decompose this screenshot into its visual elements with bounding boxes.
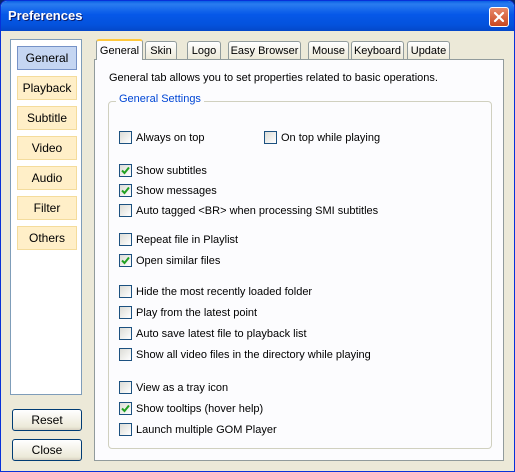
checkbox-box[interactable]: [264, 131, 277, 144]
checkmark-icon: [121, 166, 130, 175]
dialog-client: General Playback Subtitle Video Audio Fi…: [4, 31, 511, 469]
general-tab-panel: General tab allows you to set properties…: [94, 59, 504, 461]
tab-keyboard[interactable]: Keyboard: [351, 41, 404, 59]
checkbox-label: On top while playing: [281, 131, 381, 144]
group-title: General Settings: [116, 93, 204, 105]
checkbox-label: Always on top: [136, 131, 205, 144]
checkbox-label: Hide the most recently loaded folder: [136, 285, 313, 298]
checkbox-box[interactable]: [119, 164, 132, 177]
tab-description: General tab allows you to set properties…: [109, 72, 438, 84]
checkmark-icon: [121, 404, 130, 413]
sidebar-item-filter[interactable]: Filter: [17, 196, 77, 220]
option-checkbox[interactable]: Play from the latest point: [119, 306, 257, 319]
option-checkbox[interactable]: Show messages: [119, 184, 217, 197]
sidebar-item-playback[interactable]: Playback: [17, 76, 77, 100]
sidebar-item-subtitle[interactable]: Subtitle: [17, 106, 77, 130]
tab-mouse[interactable]: Mouse: [308, 41, 349, 59]
general-settings-group: [108, 101, 492, 449]
close-window-button[interactable]: [489, 7, 509, 27]
checkbox-label: Auto save latest file to playback list: [136, 327, 307, 340]
checkbox-box[interactable]: [119, 131, 132, 144]
sidebar-item-video[interactable]: Video: [17, 136, 77, 160]
checkbox-label: Launch multiple GOM Player: [136, 423, 277, 436]
checkbox-box[interactable]: [119, 327, 132, 340]
option-checkbox[interactable]: Show subtitles: [119, 164, 207, 177]
checkbox-label: Open similar files: [136, 254, 221, 267]
checkbox-box[interactable]: [119, 233, 132, 246]
option-checkbox[interactable]: Launch multiple GOM Player: [119, 423, 277, 436]
checkmark-icon: [121, 186, 130, 195]
category-sidebar: General Playback Subtitle Video Audio Fi…: [10, 39, 82, 395]
checkbox-label: Repeat file in Playlist: [136, 233, 239, 246]
option-checkbox[interactable]: Open similar files: [119, 254, 220, 267]
checkbox-box[interactable]: [119, 423, 132, 436]
checkbox-label: Show messages: [136, 184, 217, 197]
tab-general[interactable]: General: [96, 39, 143, 60]
option-checkbox[interactable]: Auto tagged <BR> when processing SMI sub…: [119, 204, 378, 217]
close-button[interactable]: Close: [12, 439, 82, 461]
preferences-window: Preferences General Playback Subtitle Vi…: [0, 0, 515, 472]
checkbox-label: View as a tray icon: [136, 381, 229, 394]
option-checkbox[interactable]: Auto save latest file to playback list: [119, 327, 307, 340]
sidebar-item-audio[interactable]: Audio: [17, 166, 77, 190]
checkmark-icon: [121, 256, 130, 265]
tab-control: General Skin Logo Easy Browser Mouse Key…: [94, 39, 504, 461]
tab-easy-browser[interactable]: Easy Browser: [228, 41, 301, 59]
checkbox-label: Show all video files in the directory wh…: [136, 348, 371, 361]
checkbox-label: Play from the latest point: [136, 306, 258, 319]
checkbox-box[interactable]: [119, 402, 132, 415]
tab-update[interactable]: Update: [407, 41, 450, 59]
option-checkbox[interactable]: Show tooltips (hover help): [119, 402, 263, 415]
checkbox-box[interactable]: [119, 306, 132, 319]
title-bar[interactable]: Preferences: [1, 1, 514, 31]
checkbox-box[interactable]: [119, 348, 132, 361]
option-checkbox[interactable]: View as a tray icon: [119, 381, 228, 394]
reset-button[interactable]: Reset: [12, 409, 82, 431]
option-checkbox[interactable]: Repeat file in Playlist: [119, 233, 238, 246]
checkbox-box[interactable]: [119, 254, 132, 267]
option-checkbox[interactable]: Show all video files in the directory wh…: [119, 348, 371, 361]
checkbox-box[interactable]: [119, 204, 132, 217]
checkbox-label: Show tooltips (hover help): [136, 402, 264, 415]
window-title: Preferences: [8, 8, 83, 23]
tab-logo[interactable]: Logo: [187, 41, 221, 59]
option-checkbox[interactable]: Always on top: [119, 131, 204, 144]
close-icon: [493, 11, 505, 23]
sidebar-item-others[interactable]: Others: [17, 226, 77, 250]
option-checkbox[interactable]: On top while playing: [264, 131, 380, 144]
checkbox-box[interactable]: [119, 285, 132, 298]
checkbox-label: Show subtitles: [136, 164, 207, 177]
option-checkbox[interactable]: Hide the most recently loaded folder: [119, 285, 312, 298]
checkbox-label: Auto tagged <BR> when processing SMI sub…: [136, 204, 379, 217]
checkbox-box[interactable]: [119, 184, 132, 197]
sidebar-item-general[interactable]: General: [17, 46, 77, 70]
tab-skin[interactable]: Skin: [145, 41, 177, 59]
checkbox-box[interactable]: [119, 381, 132, 394]
